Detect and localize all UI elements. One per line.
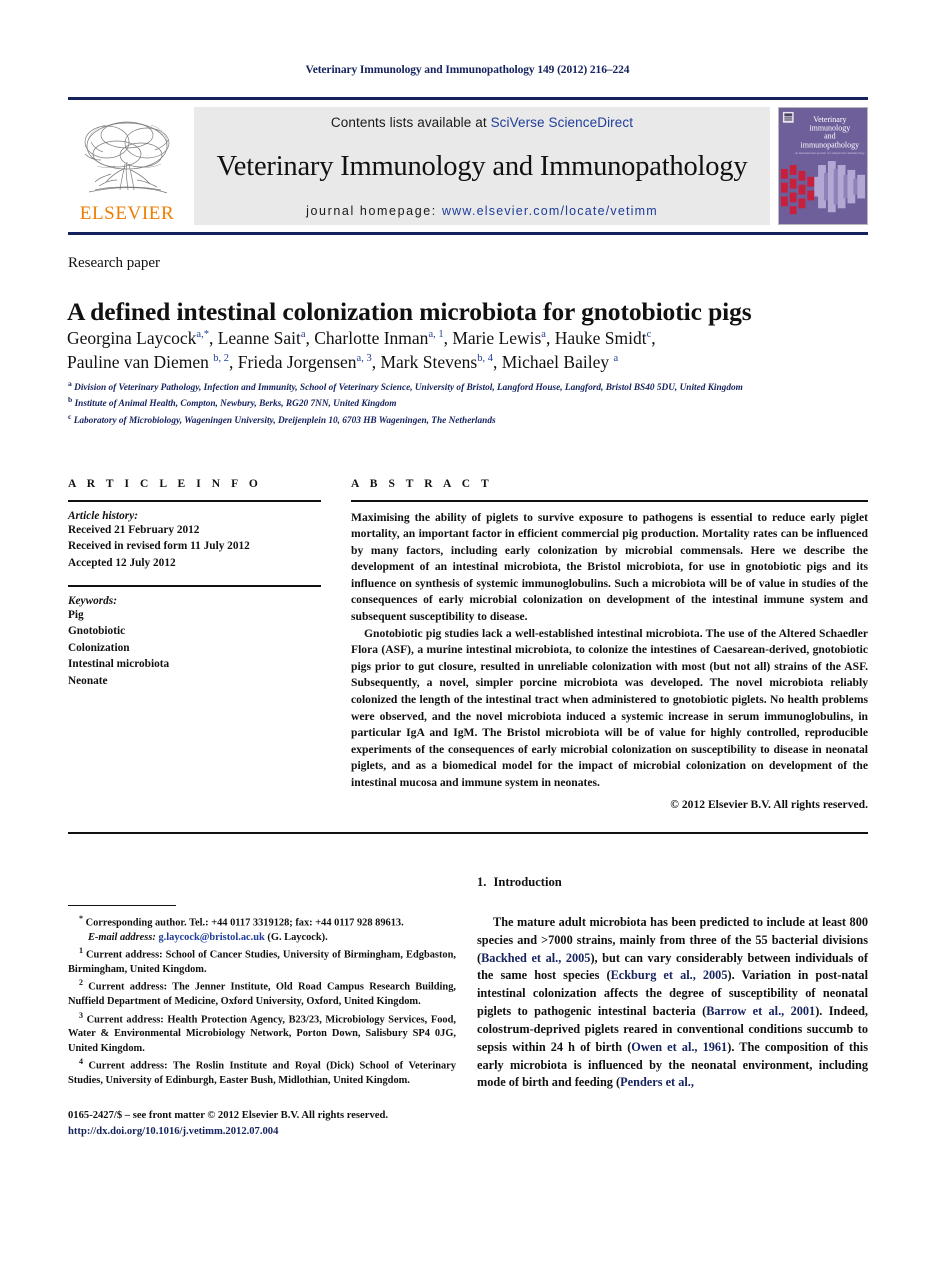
citation-link[interactable]: Backhed et al., 2005 <box>481 951 590 965</box>
front-matter-line: 0165-2427/$ – see front matter © 2012 El… <box>68 1110 388 1122</box>
journal-band: Contents lists available at SciVerse Sci… <box>194 107 770 225</box>
email-note: E-mail address: g.laycock@bristol.ac.uk … <box>68 931 456 945</box>
author-line-1: Georgina Laycocka,*, Leanne Saita, Charl… <box>67 328 656 348</box>
corresponding-marker: * <box>79 914 83 923</box>
article-info-rule <box>68 500 321 502</box>
citation-link[interactable]: Barrow et al., 2001 <box>706 1004 815 1018</box>
introduction-heading: 1. Introduction <box>477 875 868 890</box>
contents-available-line: Contents lists available at SciVerse Sci… <box>194 115 770 130</box>
author-list: Georgina Laycocka,*, Leanne Saita, Charl… <box>67 327 879 375</box>
article-info-column: A R T I C L E I N F O Article history: R… <box>68 478 321 811</box>
affiliation-item: a Division of Veterinary Pathology, Infe… <box>68 379 878 395</box>
keywords-rule <box>68 585 321 587</box>
email-link[interactable]: g.laycock@bristol.ac.uk <box>158 932 264 943</box>
footnote-text: Current address: School of Cancer Studie… <box>68 949 456 976</box>
affiliation-text: Division of Veterinary Pathology, Infect… <box>74 383 743 394</box>
article-history-item: Received in revised form 11 July 2012 <box>68 540 250 553</box>
introduction-column: 1. Introduction The mature adult microbio… <box>477 875 868 1092</box>
page-title: A defined intestinal colonization microb… <box>67 297 752 327</box>
affiliation-marker: c <box>68 411 72 421</box>
email-label: E-mail address: <box>88 931 156 943</box>
footnote-text: Current address: Health Protection Agenc… <box>68 1014 457 1054</box>
sciencedirect-link[interactable]: SciVerse ScienceDirect <box>491 115 634 130</box>
footnote-marker: 3 <box>79 1010 83 1020</box>
footnote-text: Current address: The Roslin Institute an… <box>68 1060 456 1086</box>
contents-prefix: Contents lists available at <box>330 115 491 130</box>
svg-text:immunopathology: immunopathology <box>801 140 860 149</box>
keywords-label: Keywords: <box>68 594 117 607</box>
column-gap <box>321 478 351 811</box>
journal-cover-art: Veterinary immunology and immunopatholog… <box>779 108 867 224</box>
abstract-column: A B S T R A C T Maximising the ability o… <box>351 478 868 811</box>
citation-link[interactable]: Penders et al., <box>620 1075 694 1089</box>
svg-text:Veterinary: Veterinary <box>813 115 846 124</box>
svg-text:and: and <box>824 131 836 140</box>
footnote-marker: 1 <box>79 946 83 956</box>
affiliation-marker: a <box>68 379 72 388</box>
masthead-body: ELSEVIER Contents lists available at Sci… <box>68 107 868 225</box>
front-matter-block: 0165-2427/$ – see front matter © 2012 El… <box>68 1108 456 1140</box>
elsevier-tree-icon <box>84 121 170 194</box>
journal-cover-thumbnail: Veterinary immunology and immunopatholog… <box>778 107 868 225</box>
article-history-item: Accepted 12 July 2012 <box>68 556 176 569</box>
journal-masthead: ELSEVIER Contents lists available at Sci… <box>68 97 868 235</box>
running-header: Veterinary Immunology and Immunopatholog… <box>305 64 630 76</box>
article-history-item: Received 21 February 2012 <box>68 523 200 536</box>
article-type: Research paper <box>68 255 161 271</box>
info-abstract-block: A R T I C L E I N F O Article history: R… <box>68 478 868 811</box>
author-line-2: Pauline van Diemen b, 2, Frieda Jorgense… <box>67 351 619 372</box>
keyword-item: Pig <box>68 608 84 621</box>
citation-link[interactable]: Eckburg et al., 2005 <box>611 968 728 982</box>
footnotes-column: * Corresponding author. Tel.: +44 0117 3… <box>68 905 456 1140</box>
footnote-item: 4 Current address: The Roslin Institute … <box>68 1056 456 1088</box>
journal-title: Veterinary Immunology and Immunopatholog… <box>216 151 748 183</box>
abstract-rule <box>351 500 868 502</box>
abstract-paragraph: Gnotobiotic pig studies lack a well-esta… <box>351 626 868 789</box>
abstract-body: Maximising the ability of piglets to sur… <box>351 510 868 792</box>
abstract-copyright: © 2012 Elsevier B.V. All rights reserved… <box>670 798 868 812</box>
affiliation-marker: b <box>68 395 73 405</box>
keyword-item: Colonization <box>68 641 130 654</box>
footnotes-list: * Corresponding author. Tel.: +44 0117 3… <box>68 913 456 1088</box>
abstract-paragraph: Maximising the ability of piglets to sur… <box>351 510 868 624</box>
keyword-item: Intestinal microbiota <box>68 658 170 671</box>
introduction-body: The mature adult microbiota has been pre… <box>477 914 868 1092</box>
introduction-paragraph: The mature adult microbiota has been pre… <box>477 914 868 1092</box>
footnote-marker: 4 <box>79 1057 83 1067</box>
affiliation-item: c Laboratory of Microbiology, Wageningen… <box>68 412 878 428</box>
section-title: Introduction <box>493 875 562 889</box>
abstract-heading: A B S T R A C T <box>351 478 493 490</box>
citation-link[interactable]: Owen et al., 1961 <box>631 1040 727 1054</box>
masthead-bottom-rule <box>68 232 868 235</box>
footnote-separator-rule <box>68 905 176 906</box>
email-suffix: (G. Laycock). <box>264 931 328 943</box>
journal-homepage-line: journal homepage: www.elsevier.com/locat… <box>194 204 770 218</box>
footnote-item: 2 Current address: The Jenner Institute,… <box>68 977 456 1009</box>
footnote-text: Current address: The Jenner Institute, O… <box>68 981 456 1008</box>
paper-page: Veterinary Immunology and Immunopatholog… <box>0 0 935 1266</box>
abstract-bottom-rule <box>68 832 868 834</box>
footnote-item: 1 Current address: School of Cancer Stud… <box>68 945 456 977</box>
svg-text:an international journal of co: an international journal of comparative … <box>795 151 865 155</box>
elsevier-wordmark: ELSEVIER <box>79 203 175 224</box>
homepage-prefix: journal homepage: <box>306 203 442 218</box>
article-history-label: Article history: <box>68 509 138 522</box>
doi-link[interactable]: http://dx.doi.org/10.1016/j.vetimm.2012.… <box>68 1124 456 1140</box>
affiliation-text: Institute of Animal Health, Compton, New… <box>74 399 397 410</box>
journal-homepage-link[interactable]: www.elsevier.com/locate/vetimm <box>442 204 658 218</box>
affiliation-item: b Institute of Animal Health, Compton, N… <box>68 395 878 411</box>
affiliation-list: a Division of Veterinary Pathology, Infe… <box>68 379 878 428</box>
article-info-heading: A R T I C L E I N F O <box>68 478 262 490</box>
keyword-item: Neonate <box>68 674 108 687</box>
corresponding-text: Corresponding author. Tel.: +44 0117 331… <box>85 917 404 929</box>
footnote-item: 3 Current address: Health Protection Age… <box>68 1010 456 1057</box>
corresponding-author-note: * Corresponding author. Tel.: +44 0117 3… <box>68 913 456 931</box>
section-number: 1. <box>477 875 487 889</box>
keyword-item: Gnotobiotic <box>68 625 126 638</box>
footnote-marker: 2 <box>79 978 83 988</box>
masthead-top-rule <box>68 97 868 100</box>
affiliation-text: Laboratory of Microbiology, Wageningen U… <box>73 415 496 426</box>
elsevier-logo: ELSEVIER <box>68 107 186 225</box>
